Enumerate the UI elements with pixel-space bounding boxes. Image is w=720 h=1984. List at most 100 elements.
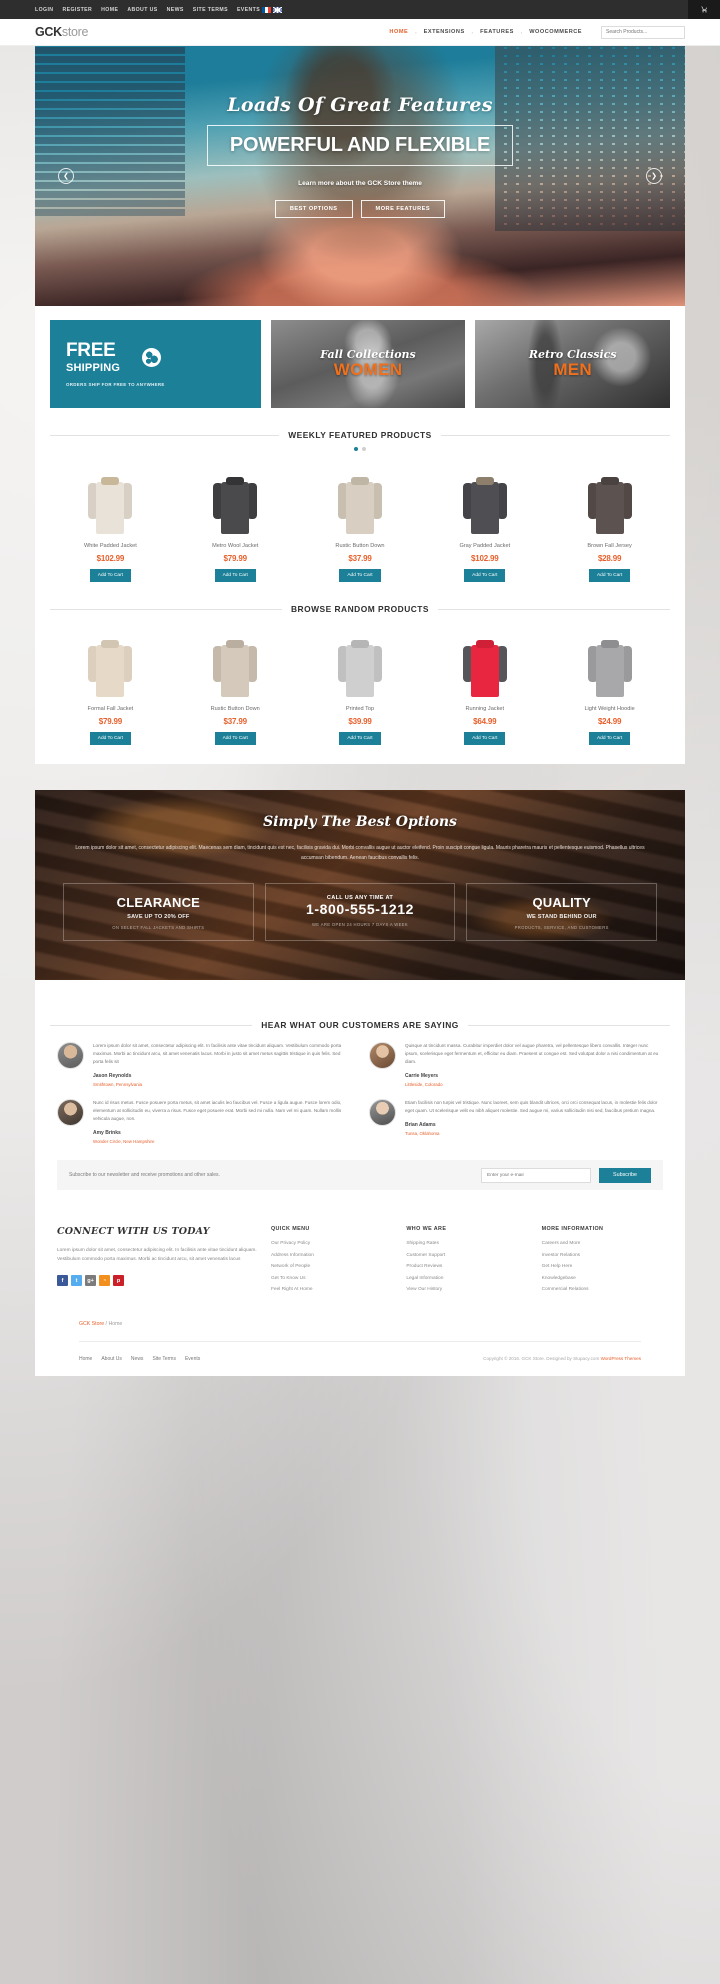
top-nav-register[interactable]: REGISTER (62, 7, 92, 13)
footer-link[interactable]: Get Help Here (542, 1264, 663, 1269)
twitter-icon[interactable]: t (71, 1275, 82, 1287)
product-card[interactable]: Rustic Button Down $37.99 Add To Cart (175, 624, 296, 745)
breadcrumb-root[interactable]: GCK Store (79, 1321, 104, 1327)
footer-link[interactable]: Customer Support (406, 1253, 527, 1258)
pinterest-icon[interactable]: p (113, 1275, 124, 1287)
facebook-icon[interactable]: f (57, 1275, 68, 1287)
product-card[interactable]: Gray Padded Jacket $102.99 Add To Cart (424, 461, 545, 582)
top-nav-login[interactable]: LOGIN (35, 7, 53, 13)
flag-uk-icon[interactable] (273, 6, 283, 13)
carousel-dot-2[interactable] (362, 447, 366, 451)
flag-france-icon[interactable] (262, 6, 272, 13)
product-card[interactable]: Formal Fall Jacket $79.99 Add To Cart (50, 624, 171, 745)
product-card[interactable]: Rustic Button Down $37.99 Add To Cart (300, 461, 421, 582)
product-card[interactable]: Running Jacket $64.99 Add To Cart (424, 624, 545, 745)
footer-bottom-link-site-terms[interactable]: Site Terms (152, 1356, 176, 1362)
footer-link[interactable]: Product Reviews (406, 1264, 527, 1269)
hero-best-options-button[interactable]: BEST OPTIONS (274, 200, 353, 218)
garment-shape (337, 474, 383, 536)
google-plus-icon[interactable]: g+ (85, 1275, 96, 1287)
testimonial-body: Nunc id risus metus. Fusce posuere porta… (93, 1099, 351, 1144)
hero-more-features-button[interactable]: MORE FEATURES (360, 200, 446, 218)
product-card[interactable]: Brown Fall Jersey $28.99 Add To Cart (549, 461, 670, 582)
footer-link[interactable]: Get To Know Us (271, 1276, 392, 1281)
footer-link[interactable]: Commercial Relations (542, 1287, 663, 1292)
product-image[interactable] (300, 461, 421, 536)
add-to-cart-button[interactable]: Add To Cart (339, 732, 381, 745)
footer-link[interactable]: Knowledgebase (542, 1276, 663, 1281)
footer-link[interactable]: Feel Right At Home (271, 1287, 392, 1292)
footer-column-more-information: MORE INFORMATION Careers and More Investor… (542, 1226, 663, 1299)
hero-title: POWERFUL AND FLEXIBLE (229, 134, 491, 156)
top-nav-about-us[interactable]: ABOUT US (127, 7, 157, 13)
newsletter-subscribe-button[interactable]: Subscribe (599, 1167, 651, 1183)
top-nav-events[interactable]: EVENTS (237, 7, 260, 13)
nav-extensions[interactable]: EXTENSIONS (417, 29, 472, 35)
top-nav-news[interactable]: NEWS (167, 7, 184, 13)
footer-link[interactable]: Our Privacy Policy (271, 1241, 392, 1246)
carousel-dot-1[interactable] (354, 447, 358, 451)
footer-bottom-link-home[interactable]: Home (79, 1356, 92, 1362)
product-name: Gray Padded Jacket (459, 543, 511, 549)
product-card[interactable]: Metro Wool Jacket $79.99 Add To Cart (175, 461, 296, 582)
hero-next-button[interactable]: ❯ (646, 168, 662, 184)
product-price: $37.99 (223, 717, 247, 726)
product-image[interactable] (175, 461, 296, 536)
footer-link[interactable]: Network of People (271, 1264, 392, 1269)
product-image[interactable] (549, 461, 670, 536)
promo-free-shipping[interactable]: FREE SHIPPING ORDERS SHIP FOR FREE TO AN… (50, 320, 261, 408)
site-logo[interactable]: GCKstore (35, 25, 88, 39)
product-image[interactable] (175, 624, 296, 699)
add-to-cart-button[interactable]: Add To Cart (339, 569, 381, 582)
product-image[interactable] (424, 624, 545, 699)
options-card-phone[interactable]: CALL US ANY TIME AT 1-800-555-1212 WE AR… (264, 883, 456, 941)
add-to-cart-button[interactable]: Add To Cart (464, 569, 506, 582)
search-input[interactable] (606, 29, 680, 35)
top-nav-home[interactable]: HOME (101, 7, 118, 13)
promo-women[interactable]: Fall Collections WOMEN (270, 320, 466, 408)
footer-link[interactable]: View Our History (406, 1287, 527, 1292)
product-card[interactable]: Printed Top $39.99 Add To Cart (300, 624, 421, 745)
nav-home[interactable]: HOME (382, 29, 415, 35)
add-to-cart-button[interactable]: Add To Cart (214, 569, 256, 582)
product-name: Printed Top (345, 706, 375, 712)
add-to-cart-button[interactable]: Add To Cart (89, 569, 132, 582)
footer-bottom-link-news[interactable]: News (131, 1356, 144, 1362)
top-nav-site-terms[interactable]: SITE TERMS (193, 7, 228, 13)
featured-heading-text: WEEKLY FEATURED PRODUCTS (288, 430, 432, 440)
product-price: $24.99 (597, 717, 622, 726)
product-card[interactable]: White Padded Jacket $102.99 Add To Cart (50, 461, 171, 582)
footer-link[interactable]: Legal Information (406, 1276, 527, 1281)
product-card[interactable]: Light Weight Hoodie $24.99 Add To Cart (549, 624, 670, 745)
footer-link[interactable]: Investor Relations (542, 1253, 663, 1258)
search-box[interactable] (601, 25, 685, 39)
add-to-cart-button[interactable]: Add To Cart (588, 569, 631, 582)
quality-tiny: PRODUCTS, SERVICE, AND CUSTOMERS (514, 925, 609, 930)
product-image[interactable] (50, 624, 171, 699)
garment-body (470, 645, 499, 697)
product-image[interactable] (50, 461, 171, 536)
cart-button[interactable] (688, 0, 720, 19)
product-image[interactable] (300, 624, 421, 699)
add-to-cart-button[interactable]: Add To Cart (464, 732, 506, 745)
product-image[interactable] (424, 461, 545, 536)
add-to-cart-button[interactable]: Add To Cart (89, 732, 132, 745)
add-to-cart-button[interactable]: Add To Cart (214, 732, 256, 745)
footer-link[interactable]: Careers and More (542, 1241, 663, 1246)
copyright-link[interactable]: WordPress Themes (601, 1356, 641, 1361)
product-image[interactable] (549, 624, 670, 699)
product-name: Running Jacket (465, 706, 505, 712)
newsletter-email-input[interactable] (481, 1167, 592, 1183)
options-card-quality[interactable]: QUALITY WE STAND BEHIND OUR PRODUCTS, SE… (466, 883, 658, 941)
nav-features[interactable]: FEATURES (473, 29, 521, 35)
hero-prev-button[interactable]: ❮ (58, 168, 74, 184)
add-to-cart-button[interactable]: Add To Cart (588, 732, 631, 745)
footer-bottom-link-about-us[interactable]: About Us (101, 1356, 122, 1362)
footer-link[interactable]: Shipping Rates (406, 1241, 527, 1246)
promo-men[interactable]: Retro Classics MEN (475, 320, 671, 408)
footer-link[interactable]: Address Information (271, 1253, 392, 1258)
options-card-clearance[interactable]: CLEARANCE SAVE UP TO 20% OFF ON SELECT F… (63, 883, 254, 941)
nav-woocommerce[interactable]: WOOCOMMERCE (522, 29, 589, 35)
footer-bottom-link-events[interactable]: Events (185, 1356, 200, 1362)
rss-icon[interactable]: ◔ (99, 1275, 110, 1287)
